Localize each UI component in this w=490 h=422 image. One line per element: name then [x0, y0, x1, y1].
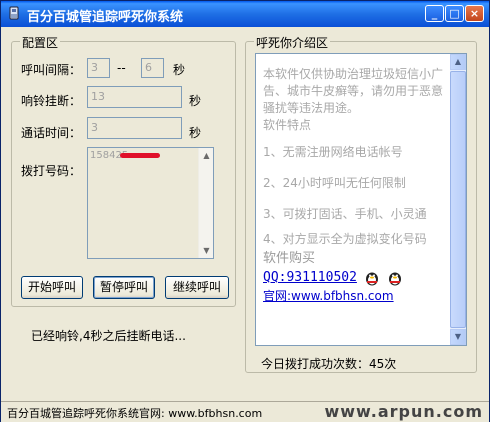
app-window: 百分百城管追踪呼死你系统 _ □ × 配置区 呼叫间隔： 3 -- 6 秒 响铃… — [0, 0, 490, 422]
feature-item-1: 1、无需注册网络电话帐号 — [263, 145, 403, 159]
feature-item-4: 4、对方显示全为虚拟变化号码 — [263, 232, 427, 246]
config-group-title: 配置区 — [20, 34, 61, 51]
call-interval-separator: -- — [117, 61, 126, 75]
feature-item-3: 3、可拨打固话、手机、小灵通 — [263, 207, 427, 221]
minimize-button[interactable]: _ — [425, 5, 444, 22]
resume-call-button[interactable]: 继续呼叫 — [165, 276, 229, 299]
qq-row: QQ:931110502 — [263, 269, 443, 286]
call-status-message: 已经响铃,4秒之后挂断电话... — [31, 329, 186, 343]
call-interval-unit: 秒 — [173, 63, 186, 77]
success-count: 今日拨打成功次数：45次 — [261, 357, 397, 371]
intro-scrollbar[interactable]: ▲ ▼ — [450, 54, 466, 345]
website-link[interactable]: 官网:www.bfbhsn.com — [263, 289, 394, 303]
intro-textbox[interactable]: 本软件仅供协助治理垃圾短信小广告、城市牛皮癣等，请勿用于恶意骚扰等违法用途。 软… — [255, 53, 467, 346]
talk-time-input[interactable]: 3 — [87, 117, 182, 139]
dial-number-label: 拨打号码： — [21, 164, 82, 178]
watermark: www.arpun.com — [324, 402, 483, 421]
scroll-up-arrow-icon[interactable]: ▲ — [450, 54, 466, 70]
features-heading: 软件特点 — [263, 118, 312, 132]
close-icon: × — [469, 7, 480, 20]
ring-hangup-input[interactable]: 13 — [87, 86, 182, 108]
title-bar[interactable]: 百分百城管追踪呼死你系统 _ □ × — [1, 1, 489, 27]
qq-penguin-icon[interactable] — [387, 270, 403, 286]
intro-paragraph: 本软件仅供协助治理垃圾短信小广告、城市牛皮癣等，请勿用于恶意骚扰等违法用途。 — [263, 67, 444, 115]
status-bar-text: 百分百城管追踪呼死你系统官网: www.bfbhsn.com — [7, 407, 263, 420]
buy-heading: 软件购买 — [263, 251, 316, 266]
scroll-down-arrow-icon[interactable]: ▼ — [199, 243, 214, 258]
maximize-button[interactable]: □ — [445, 5, 464, 22]
qq-penguin-icon[interactable] — [364, 270, 380, 286]
app-icon — [9, 6, 19, 20]
talk-time-label: 通话时间： — [21, 126, 82, 140]
call-interval-max-input[interactable]: 6 — [141, 58, 164, 78]
scroll-down-arrow-icon[interactable]: ▼ — [450, 329, 466, 345]
redaction-mark — [120, 153, 160, 158]
dial-number-textarea[interactable]: 158425 ▲ ▼ — [87, 147, 214, 259]
status-bar: 百分百城管追踪呼死你系统官网: www.bfbhsn.com www.arpun… — [1, 401, 489, 422]
website-row: 官网:www.bfbhsn.com — [263, 288, 443, 305]
pause-call-button[interactable]: 暂停呼叫 — [93, 276, 155, 299]
scroll-thumb[interactable] — [450, 71, 466, 328]
qq-link[interactable]: QQ:931110502 — [263, 270, 357, 285]
feature-item-2: 2、24小时呼叫无任何限制 — [263, 176, 406, 190]
talk-time-unit: 秒 — [189, 126, 202, 140]
intro-group-title: 呼死你介绍区 — [254, 34, 331, 51]
ring-hangup-unit: 秒 — [189, 94, 202, 108]
ring-hangup-label: 响铃挂断： — [21, 94, 82, 108]
call-interval-label: 呼叫间隔： — [21, 63, 82, 77]
close-button[interactable]: × — [465, 5, 484, 22]
maximize-icon: □ — [449, 7, 460, 20]
scroll-up-arrow-icon[interactable]: ▲ — [199, 148, 214, 163]
start-call-button[interactable]: 开始呼叫 — [21, 276, 83, 299]
dial-number-scrollbar[interactable]: ▲ ▼ — [198, 148, 213, 258]
minimize-icon: _ — [431, 7, 438, 20]
window-title: 百分百城管追踪呼死你系统 — [27, 10, 184, 25]
call-interval-min-input[interactable]: 3 — [87, 58, 110, 78]
intro-content: 本软件仅供协助治理垃圾短信小广告、城市牛皮癣等，请勿用于恶意骚扰等违法用途。 软… — [263, 66, 443, 305]
